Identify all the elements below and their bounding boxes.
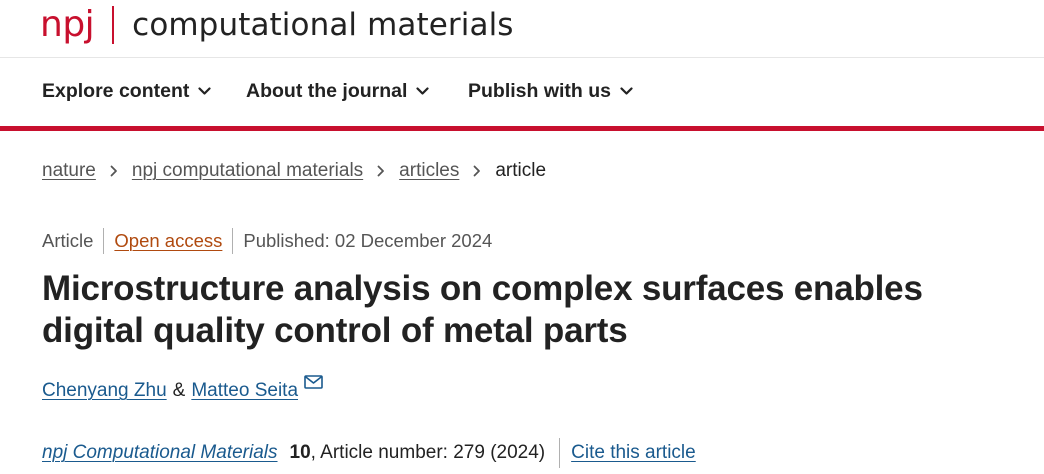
nav-publish-with-us[interactable]: Publish with us <box>468 80 633 103</box>
mail-icon[interactable] <box>304 373 323 395</box>
brand-npj: npj <box>40 4 95 45</box>
author-link[interactable]: Matteo Seita <box>191 380 298 402</box>
article-title: Microstructure analysis on complex surfa… <box>42 269 923 350</box>
header-accent-rule <box>0 126 1044 131</box>
brand-journal-name: computational materials <box>132 6 514 43</box>
chevron-down-icon <box>620 87 633 95</box>
citation-journal-link[interactable]: npj Computational Materials <box>42 442 278 464</box>
citation-divider <box>559 438 561 468</box>
brand-divider <box>112 6 115 44</box>
citation-volume: 10 <box>289 442 311 463</box>
cite-this-article-link[interactable]: Cite this article <box>571 442 696 464</box>
nav-about-journal[interactable]: About the journal <box>246 80 430 103</box>
nav-explore-content-label: Explore content <box>42 80 190 102</box>
chevron-down-icon <box>198 87 211 95</box>
journal-logo[interactable]: npj computational materials <box>40 3 514 47</box>
meta-divider <box>232 228 234 254</box>
meta-divider <box>103 228 105 254</box>
citation-details: , Article number: 279 (2024) <box>310 442 546 463</box>
chevron-right-icon <box>377 165 385 177</box>
breadcrumb-journal[interactable]: npj computational materials <box>132 160 363 182</box>
nav-publish-with-us-label: Publish with us <box>468 80 612 102</box>
article-meta: Article Open access Published: 02 Decemb… <box>42 228 492 254</box>
nav-explore-content[interactable]: Explore content <box>42 80 211 103</box>
open-access-link[interactable]: Open access <box>114 230 222 252</box>
chevron-down-icon <box>416 87 430 95</box>
breadcrumb-articles[interactable]: articles <box>399 160 459 182</box>
site-header: npj computational materials <box>0 0 1044 58</box>
chevron-right-icon <box>473 165 481 177</box>
breadcrumb-nature[interactable]: nature <box>42 160 96 182</box>
breadcrumb: nature npj computational materials artic… <box>42 160 546 182</box>
author-separator: & <box>172 380 186 401</box>
chevron-right-icon <box>110 165 118 177</box>
published-date: Published: 02 December 2024 <box>243 230 493 251</box>
breadcrumb-current: article <box>495 160 547 181</box>
article-type: Article <box>42 230 94 251</box>
nav-about-journal-label: About the journal <box>246 80 408 102</box>
author-link[interactable]: Chenyang Zhu <box>42 380 167 402</box>
author-list: Chenyang Zhu & Matteo Seita <box>42 375 323 402</box>
citation-line: npj Computational Materials 10 , Article… <box>42 438 696 468</box>
main-nav: Explore content About the journal Publis… <box>0 58 1044 126</box>
